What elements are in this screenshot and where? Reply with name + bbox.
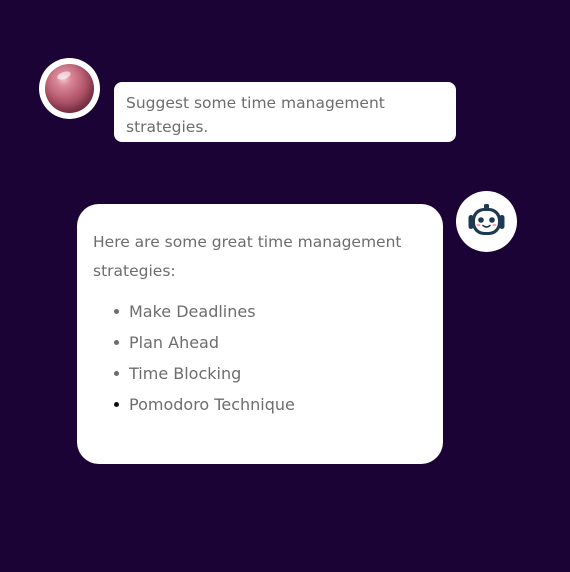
list-item: Plan Ahead — [93, 327, 427, 358]
user-message-bubble: Suggest some time management strategies. — [114, 82, 456, 142]
list-item: Pomodoro Technique — [93, 389, 427, 420]
bot-avatar — [456, 191, 517, 252]
robot-head-icon — [468, 204, 505, 235]
pink-sphere-avatar-icon — [45, 64, 94, 113]
bot-message-intro: Here are some great time management stra… — [93, 233, 402, 280]
list-item: Make Deadlines — [93, 296, 427, 327]
bot-message-bubble: Here are some great time management stra… — [77, 204, 443, 464]
strategy-list: Make Deadlines Plan Ahead Time Blocking … — [93, 296, 427, 420]
list-item: Time Blocking — [93, 358, 427, 389]
user-message-text: Suggest some time management strategies. — [126, 94, 385, 136]
user-avatar — [39, 58, 100, 119]
